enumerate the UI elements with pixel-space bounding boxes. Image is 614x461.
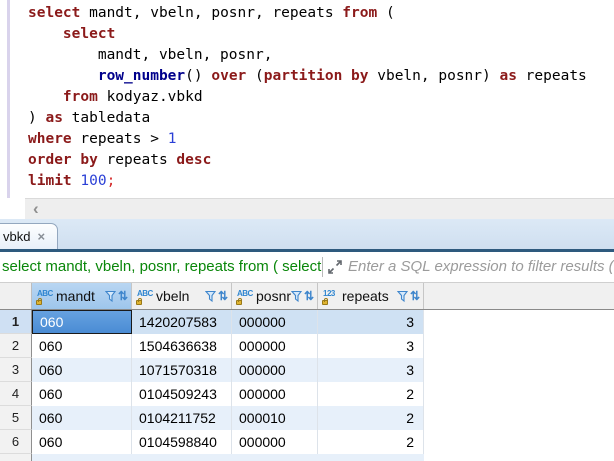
code-line[interactable]: where repeats > 1 xyxy=(28,129,587,150)
row-filler xyxy=(424,430,614,454)
lock-icon xyxy=(136,298,142,305)
row-filler xyxy=(424,334,614,358)
column-label: posnr xyxy=(256,288,292,304)
cell-vbeln[interactable]: 1504636638 xyxy=(132,334,232,358)
column-header-vbeln[interactable]: ABC vbeln ⇅ xyxy=(132,283,232,309)
filter-funnel-icon[interactable] xyxy=(291,290,303,303)
cell-mandt[interactable]: 060 xyxy=(32,430,132,454)
tab-close-icon[interactable]: × xyxy=(37,230,45,243)
row-filler xyxy=(424,310,614,334)
text-type-icon: ABC xyxy=(136,289,153,305)
row-number[interactable]: 4 xyxy=(0,382,32,406)
dbeaver-sql-window: select mandt, vbeln, posnr, repeats from… xyxy=(0,0,614,461)
row-number[interactable]: 5 xyxy=(0,406,32,430)
table-row: 6 060 0104598840 000000 2 xyxy=(0,430,614,454)
filter-separator xyxy=(322,257,323,277)
filter-query-preview: select mandt, vbeln, posnr, repeats from… xyxy=(2,258,322,275)
cell-repeats[interactable]: 3 xyxy=(318,310,424,334)
code-line[interactable]: from kodyaz.vbkd xyxy=(28,87,587,108)
cell-mandt[interactable]: 060 xyxy=(32,406,132,430)
grid-header-row: ABC mandt ⇅ ABC vbeln ⇅ ABC posnr ⇅ 123 repeats ⇅ xyxy=(0,283,614,310)
text-type-icon: ABC xyxy=(36,289,53,305)
cell-posnr[interactable]: 000000 xyxy=(232,358,318,382)
column-label: vbeln xyxy=(156,288,190,304)
code-line[interactable]: row_number() over (partition by vbeln, p… xyxy=(28,66,587,87)
cell-mandt[interactable]: 060 xyxy=(32,358,132,382)
cell-vbeln[interactable]: 0104509243 xyxy=(132,382,232,406)
cell-posnr[interactable]: 000000 xyxy=(232,430,318,454)
code-line[interactable]: ) as tabledata xyxy=(28,108,587,129)
code-line[interactable]: select xyxy=(28,24,587,45)
table-row: 1 060 1420207583 000000 3 xyxy=(0,310,614,334)
table-row: 3 060 1071570318 000000 3 xyxy=(0,358,614,382)
column-label: repeats xyxy=(342,288,389,304)
cell-repeats[interactable]: 3 xyxy=(318,334,424,358)
numeric-type-icon: 123 xyxy=(322,289,339,305)
expand-filter-icon[interactable] xyxy=(327,259,343,275)
editor-horizontal-scrollbar[interactable]: ‹ xyxy=(25,198,614,219)
filter-input-placeholder[interactable]: Enter a SQL expression to filter results… xyxy=(348,252,614,282)
column-header-posnr[interactable]: ABC posnr ⇅ xyxy=(232,283,318,309)
code-line[interactable]: limit 100; xyxy=(28,171,587,192)
cell-posnr[interactable]: 000000 xyxy=(232,334,318,358)
header-filler xyxy=(424,283,614,309)
code-line[interactable]: select mandt, vbeln, posnr, repeats from… xyxy=(28,3,587,24)
tab-label: vbkd xyxy=(3,229,31,244)
sort-icon[interactable]: ⇅ xyxy=(304,289,314,303)
results-filter-bar: select mandt, vbeln, posnr, repeats from… xyxy=(0,252,614,283)
editor-gutter-change-bar xyxy=(7,0,10,198)
scroll-left-arrow-icon[interactable]: ‹ xyxy=(25,200,39,218)
lock-icon xyxy=(322,298,328,305)
row-filler xyxy=(424,382,614,406)
sort-icon[interactable]: ⇅ xyxy=(410,289,420,303)
cell-repeats[interactable]: 2 xyxy=(318,382,424,406)
cell-repeats[interactable]: 3 xyxy=(318,358,424,382)
cell-vbeln[interactable]: 0104598840 xyxy=(132,430,232,454)
table-row: 4 060 0104509243 000000 2 xyxy=(0,382,614,406)
column-header-mandt[interactable]: ABC mandt ⇅ xyxy=(32,283,132,309)
row-filler xyxy=(424,406,614,430)
column-header-repeats[interactable]: 123 repeats ⇅ xyxy=(318,283,424,309)
column-label: mandt xyxy=(56,288,95,304)
results-tab-vbkd[interactable]: vbkd × xyxy=(0,223,58,249)
cell-vbeln[interactable]: 1420207583 xyxy=(132,310,232,334)
text-type-icon: ABC xyxy=(236,289,253,305)
cell-vbeln[interactable]: 0104211752 xyxy=(132,406,232,430)
results-tab-bar: vbkd × xyxy=(0,219,614,252)
row-number[interactable]: 3 xyxy=(0,358,32,382)
filter-funnel-icon[interactable] xyxy=(396,290,408,303)
sort-icon[interactable]: ⇅ xyxy=(218,289,228,303)
table-row: 2 060 1504636638 000000 3 xyxy=(0,334,614,358)
grid-body: 1 060 1420207583 000000 3 2 060 1504636638 00000… xyxy=(0,310,614,454)
sql-code[interactable]: select mandt, vbeln, posnr, repeats from… xyxy=(28,3,587,192)
partial-next-row xyxy=(0,454,614,461)
cell-posnr[interactable]: 000000 xyxy=(232,382,318,406)
lock-icon xyxy=(36,298,42,305)
cell-mandt[interactable]: 060 xyxy=(32,382,132,406)
sql-editor[interactable]: select mandt, vbeln, posnr, repeats from… xyxy=(0,0,614,198)
row-number-header[interactable] xyxy=(0,283,32,309)
cell-repeats[interactable]: 2 xyxy=(318,430,424,454)
cell-posnr[interactable]: 000010 xyxy=(232,406,318,430)
cell-vbeln[interactable]: 1071570318 xyxy=(132,358,232,382)
cell-mandt[interactable]: 060 xyxy=(32,334,132,358)
filter-funnel-icon[interactable] xyxy=(104,290,116,303)
row-filler xyxy=(424,358,614,382)
lock-icon xyxy=(236,298,242,305)
code-line[interactable]: order by repeats desc xyxy=(28,150,587,171)
filter-funnel-icon[interactable] xyxy=(204,290,216,303)
sort-icon[interactable]: ⇅ xyxy=(118,289,128,303)
code-line[interactable]: mandt, vbeln, posnr, xyxy=(28,45,587,66)
results-grid: ABC mandt ⇅ ABC vbeln ⇅ ABC posnr ⇅ 123 repeats ⇅ 1… xyxy=(0,283,614,461)
row-number[interactable]: 2 xyxy=(0,334,32,358)
cell-posnr[interactable]: 000000 xyxy=(232,310,318,334)
cell-repeats[interactable]: 2 xyxy=(318,406,424,430)
cell-mandt[interactable]: 060 xyxy=(32,310,132,334)
table-row: 5 060 0104211752 000010 2 xyxy=(0,406,614,430)
row-number[interactable]: 6 xyxy=(0,430,32,454)
row-number[interactable]: 1 xyxy=(0,310,32,334)
